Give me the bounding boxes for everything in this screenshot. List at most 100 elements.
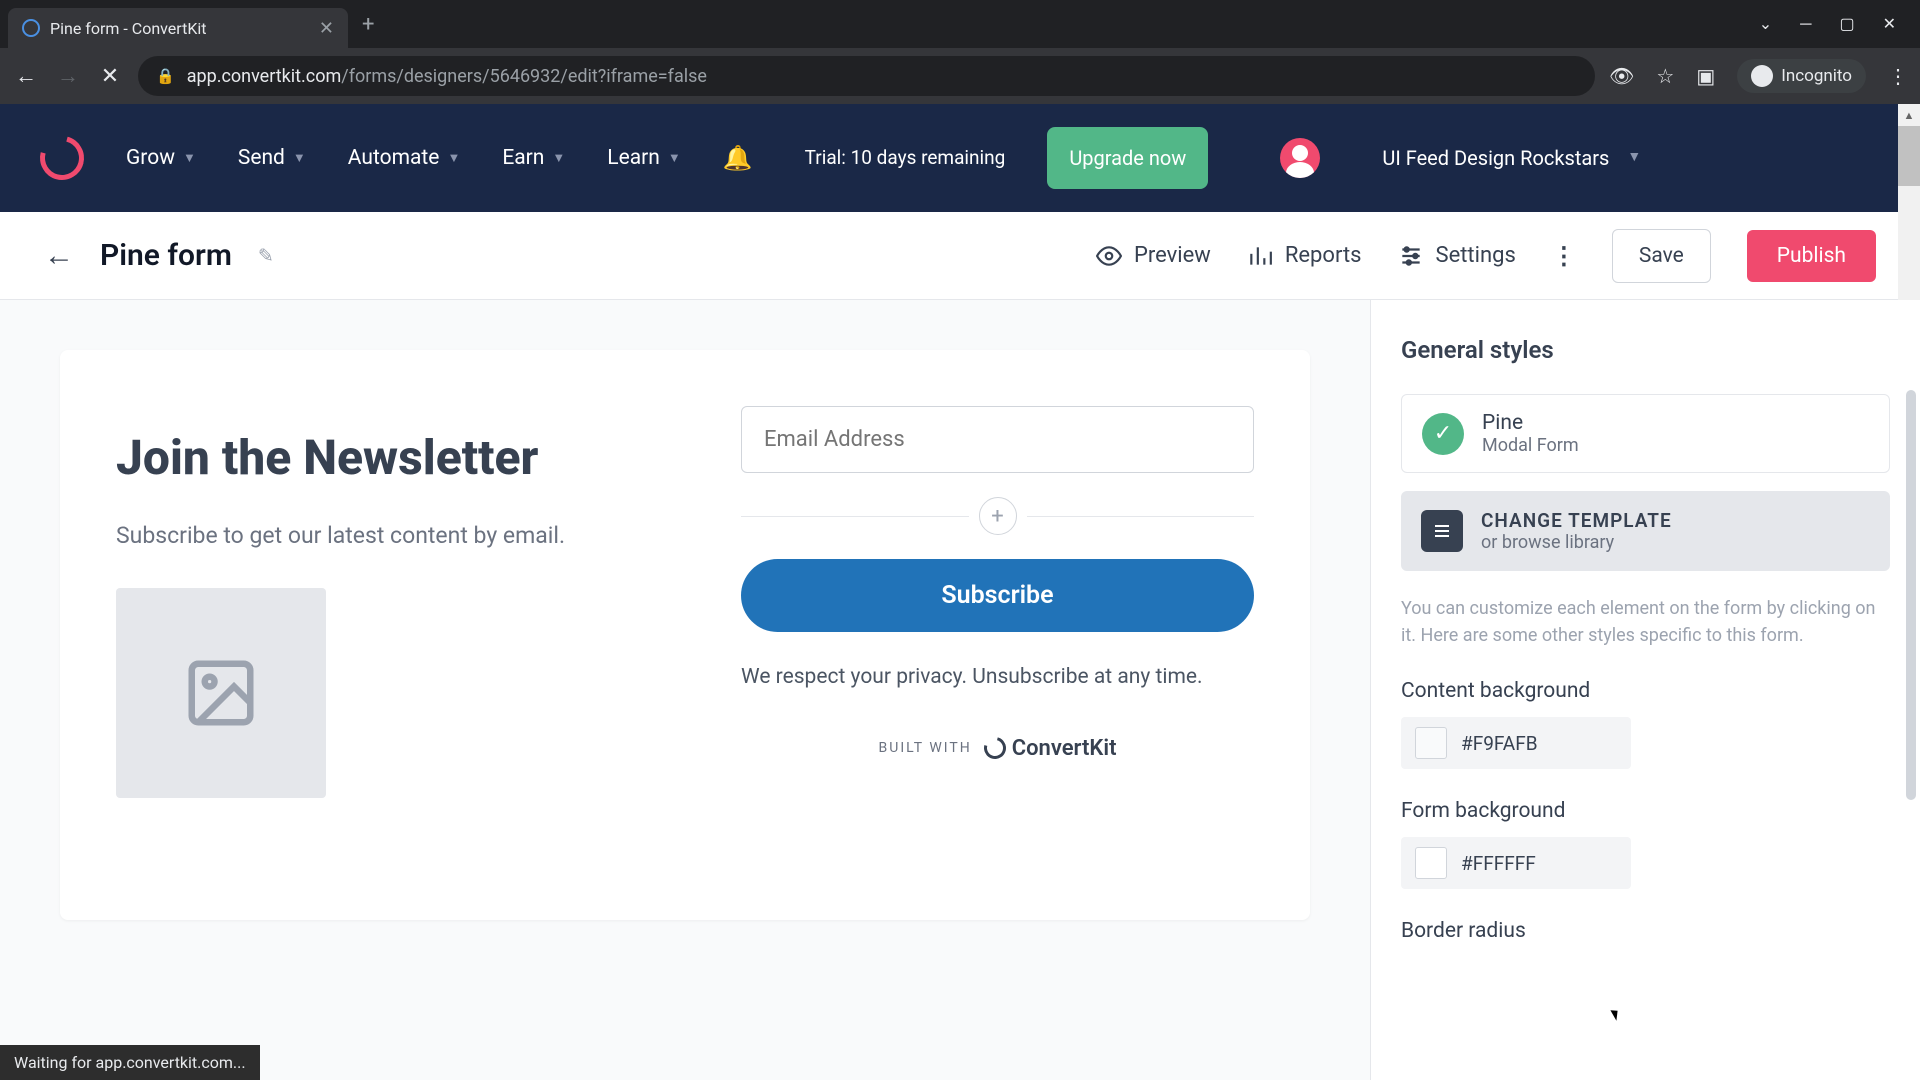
browse-library-label: or browse library — [1481, 532, 1672, 553]
panel-scrollbar[interactable] — [1906, 390, 1916, 800]
built-with-badge[interactable]: BUILT WITH ConvertKit — [741, 736, 1254, 761]
pencil-icon[interactable]: ✎ — [258, 244, 274, 267]
color-swatch — [1415, 847, 1447, 879]
nav-send-label: Send — [238, 146, 285, 170]
form-bg-picker[interactable]: #FFFFFF — [1401, 837, 1631, 889]
current-template-card[interactable]: ✓ Pine Modal Form — [1401, 394, 1890, 473]
browser-status-bar: Waiting for app.convertkit.com... — [0, 1045, 260, 1080]
main-nav: Grow ▼ Send ▼ Automate ▼ Earn ▼ Learn ▼ 🔔 Tri… — [0, 104, 1920, 212]
app-surface: ▲ ▼ Grow ▼ Send ▼ Automate ▼ Earn ▼ Learn ▼ 🔔… — [0, 104, 1920, 1080]
privacy-text[interactable]: We respect your privacy. Unsubscribe at … — [741, 662, 1254, 694]
window-controls: ⌄ ─ ▢ ✕ — [1759, 14, 1912, 34]
divider-line — [741, 516, 969, 517]
chevron-down-icon: ▼ — [293, 150, 306, 166]
panel-help-text: You can customize each element on the fo… — [1401, 595, 1890, 649]
kebab-menu-icon[interactable]: ⋮ — [1888, 64, 1908, 88]
form-left-column: Join the Newsletter Subscribe to get our… — [60, 350, 685, 920]
preview-button[interactable]: Preview — [1096, 243, 1211, 269]
subscribe-button[interactable]: Subscribe — [741, 559, 1254, 632]
workspace: Join the Newsletter Subscribe to get our… — [0, 300, 1920, 1080]
incognito-icon — [1751, 65, 1773, 87]
built-with-brand: ConvertKit — [984, 736, 1117, 761]
settings-label: Settings — [1436, 243, 1516, 268]
cursor-icon — [1613, 1008, 1627, 1026]
maximize-icon[interactable]: ▢ — [1839, 14, 1854, 34]
avatar[interactable] — [1280, 138, 1320, 178]
url-domain: app.convertkit.com — [187, 66, 342, 87]
panel-title: General styles — [1401, 336, 1890, 364]
convertkit-logo-icon — [980, 733, 1010, 763]
email-input[interactable] — [741, 406, 1254, 473]
form-preview[interactable]: Join the Newsletter Subscribe to get our… — [60, 350, 1310, 920]
upgrade-button[interactable]: Upgrade now — [1047, 127, 1208, 189]
new-tab-button[interactable]: + — [362, 12, 374, 37]
trial-status: Trial: 10 days remaining — [805, 145, 1006, 172]
browser-tabs-bar: Pine form - ConvertKit ✕ + ⌄ ─ ▢ ✕ — [0, 0, 1920, 48]
back-icon[interactable]: ← — [12, 63, 40, 89]
star-icon[interactable]: ☆ — [1656, 64, 1674, 88]
reports-label: Reports — [1285, 243, 1362, 268]
nav-learn-label: Learn — [607, 146, 660, 170]
chevron-down-icon: ▼ — [668, 150, 681, 166]
nav-learn[interactable]: Learn ▼ — [607, 146, 680, 170]
styles-panel: General styles ✓ Pine Modal Form CHANGE … — [1370, 300, 1920, 1080]
account-menu[interactable]: UI Feed Design Rockstars ▼ — [1382, 144, 1641, 172]
url-input[interactable]: 🔒 app.convertkit.com/forms/designers/564… — [138, 56, 1595, 96]
brand-text: ConvertKit — [1012, 736, 1117, 761]
form-subtitle[interactable]: Subscribe to get our latest content by e… — [116, 519, 629, 554]
template-name: Pine — [1482, 411, 1579, 435]
form-heading[interactable]: Join the Newsletter — [116, 430, 629, 485]
image-icon — [182, 654, 260, 732]
chevron-down-icon: ▼ — [183, 150, 196, 166]
incognito-label: Incognito — [1781, 66, 1852, 86]
forward-icon: → — [54, 63, 82, 89]
chevron-down-icon: ▼ — [447, 150, 460, 166]
image-placeholder[interactable] — [116, 588, 326, 798]
minimize-icon[interactable]: ─ — [1800, 14, 1811, 34]
panel-icon[interactable]: ▣ — [1696, 64, 1715, 88]
scroll-thumb[interactable] — [1898, 126, 1920, 186]
form-canvas: Join the Newsletter Subscribe to get our… — [0, 300, 1370, 1080]
convertkit-logo[interactable] — [32, 128, 92, 188]
nav-automate-label: Automate — [348, 146, 440, 170]
nav-grow[interactable]: Grow ▼ — [126, 146, 196, 170]
add-field-button[interactable]: + — [979, 497, 1017, 535]
nav-send[interactable]: Send ▼ — [238, 146, 306, 170]
color-swatch — [1415, 727, 1447, 759]
form-toolbar: ← Pine form ✎ Preview Reports Settings ⋮… — [0, 212, 1920, 300]
publish-button[interactable]: Publish — [1747, 230, 1876, 282]
form-bg-label: Form background — [1401, 799, 1890, 823]
tab-close-icon[interactable]: ✕ — [319, 18, 334, 39]
bell-icon[interactable]: 🔔 — [723, 144, 753, 172]
border-radius-label: Border radius — [1401, 919, 1890, 943]
incognito-badge[interactable]: Incognito — [1737, 59, 1866, 93]
built-with-label: BUILT WITH — [879, 740, 972, 756]
divider-line — [1027, 516, 1255, 517]
lock-icon: 🔒 — [156, 67, 175, 85]
more-menu-icon[interactable]: ⋮ — [1552, 242, 1576, 270]
stop-icon[interactable]: ✕ — [96, 64, 124, 89]
eye-off-icon[interactable]: 👁 — [1609, 64, 1634, 88]
form-right-column: + Subscribe We respect your privacy. Uns… — [685, 350, 1310, 920]
browser-tab[interactable]: Pine form - ConvertKit ✕ — [8, 8, 348, 48]
nav-earn[interactable]: Earn ▼ — [502, 146, 565, 170]
content-bg-picker[interactable]: #F9FAFB — [1401, 717, 1631, 769]
back-arrow-icon[interactable]: ← — [44, 238, 74, 273]
chevron-down-icon: ▼ — [552, 150, 565, 166]
reports-button[interactable]: Reports — [1247, 243, 1362, 269]
scroll-up-arrow[interactable]: ▲ — [1898, 104, 1920, 126]
nav-grow-label: Grow — [126, 146, 175, 170]
save-button[interactable]: Save — [1612, 229, 1711, 283]
chart-icon — [1247, 243, 1273, 269]
account-name: UI Feed Design Rockstars — [1382, 144, 1609, 172]
nav-earn-label: Earn — [502, 146, 544, 170]
content-bg-value: #F9FAFB — [1461, 732, 1538, 755]
nav-automate[interactable]: Automate ▼ — [348, 146, 461, 170]
change-template-button[interactable]: CHANGE TEMPLATE or browse library — [1401, 491, 1890, 571]
settings-button[interactable]: Settings — [1398, 243, 1516, 269]
form-name: Pine form — [100, 238, 232, 273]
chevron-down-icon: ▼ — [1627, 148, 1641, 168]
close-window-icon[interactable]: ✕ — [1883, 14, 1896, 34]
chevron-down-icon[interactable]: ⌄ — [1759, 14, 1772, 34]
eye-icon — [1096, 243, 1122, 269]
